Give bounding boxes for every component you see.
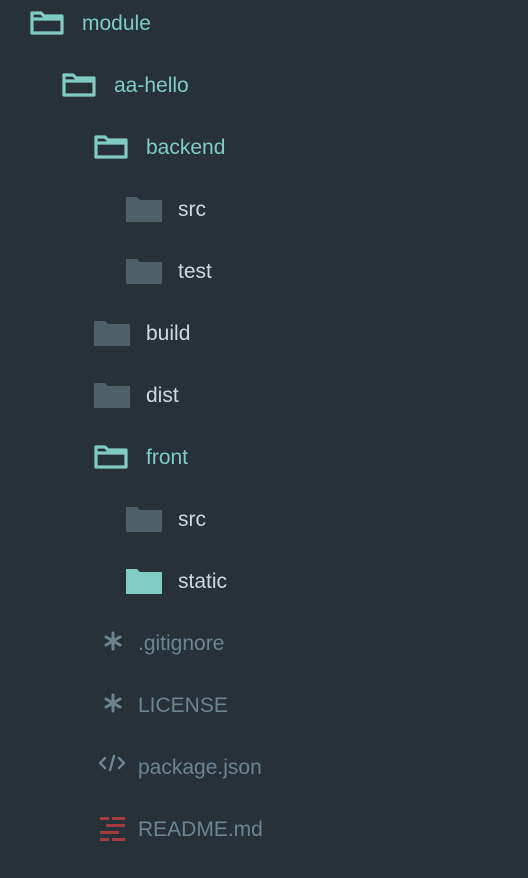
tree-item-backend-src[interactable]: src: [0, 190, 528, 230]
folder-icon: [92, 314, 132, 354]
tree-item-dist[interactable]: dist: [0, 376, 528, 416]
code-icon: [96, 748, 136, 788]
tree-item-label: src: [178, 198, 206, 221]
tree-item-front-src[interactable]: src: [0, 500, 528, 540]
tree-item-package-json[interactable]: package.json: [0, 748, 528, 788]
tree-item-label: front: [146, 446, 189, 469]
tree-item-build[interactable]: build: [0, 314, 528, 354]
tree-item-label: static: [178, 570, 228, 593]
folder-open-icon: [92, 128, 132, 168]
asterisk-icon: [96, 686, 136, 726]
tree-item-label: module: [82, 12, 151, 35]
folder-open-icon: [28, 4, 68, 44]
folder-icon: [124, 190, 164, 230]
tree-item-label: test: [178, 260, 212, 283]
tree-item-label: dist: [146, 384, 179, 407]
tree-item-label: .gitignore: [138, 632, 225, 655]
folder-icon: [124, 500, 164, 540]
tree-item-label: aa-hello: [114, 74, 189, 97]
tree-item-label: build: [146, 322, 191, 345]
tree-item-static[interactable]: static: [0, 562, 528, 602]
readme-icon: [96, 810, 136, 850]
tree-item-label: src: [178, 508, 206, 531]
tree-item-license[interactable]: LICENSE: [0, 686, 528, 726]
tree-item-test[interactable]: test: [0, 252, 528, 292]
folder-icon: [92, 376, 132, 416]
tree-item-aa-hello[interactable]: aa-hello: [0, 66, 528, 106]
tree-item-label: package.json: [138, 756, 262, 779]
file-tree: module aa-hello backend src test build d…: [0, 0, 528, 878]
tree-item-front[interactable]: front: [0, 438, 528, 478]
tree-item-gitignore[interactable]: .gitignore: [0, 624, 528, 664]
tree-item-readme[interactable]: README.md: [0, 810, 528, 850]
folder-open-icon: [92, 438, 132, 478]
tree-item-label: LICENSE: [138, 694, 228, 717]
tree-item-backend[interactable]: backend: [0, 128, 528, 168]
folder-icon: [124, 252, 164, 292]
tree-item-label: README.md: [138, 818, 263, 841]
folder-open-icon: [60, 66, 100, 106]
tree-item-label: backend: [146, 136, 226, 159]
folder-filled-icon: [124, 562, 164, 602]
tree-item-module[interactable]: module: [0, 4, 528, 44]
asterisk-icon: [96, 624, 136, 664]
